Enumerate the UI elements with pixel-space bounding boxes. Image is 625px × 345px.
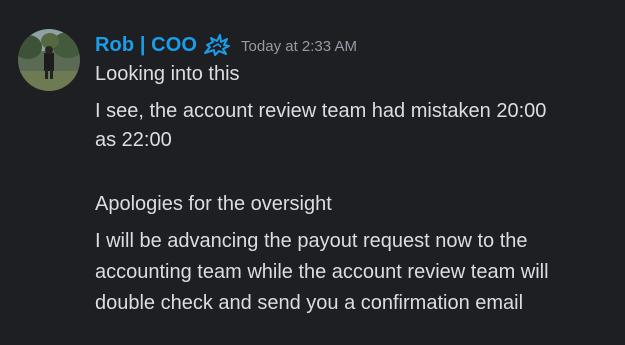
message-line: I see, the account review team had mista… xyxy=(95,100,547,122)
message-line: double check and send you a confirmation… xyxy=(95,292,524,314)
message-line: as 22:00 xyxy=(95,129,172,151)
wolf-emblem-icon[interactable] xyxy=(203,33,231,57)
message-line: Looking into this xyxy=(95,63,240,85)
message-timestamp[interactable]: Today at 2:33 AM xyxy=(241,38,357,55)
author-name[interactable]: Rob | COO xyxy=(95,34,197,57)
message-line: I will be advancing the payout request n… xyxy=(95,230,528,252)
message-body: Looking into this I see, the account rev… xyxy=(95,60,615,318)
message-content: Rob | COO Today at 2:33 AM Looking into … xyxy=(95,30,615,318)
avatar-photo xyxy=(18,29,80,91)
user-avatar[interactable] xyxy=(18,29,80,91)
message-line: accounting team while the account review… xyxy=(95,261,549,283)
message-header: Rob | COO Today at 2:33 AM xyxy=(95,30,615,60)
message-line: Apologies for the oversight xyxy=(95,193,332,215)
chat-message: Rob | COO Today at 2:33 AM Looking into … xyxy=(0,0,625,345)
